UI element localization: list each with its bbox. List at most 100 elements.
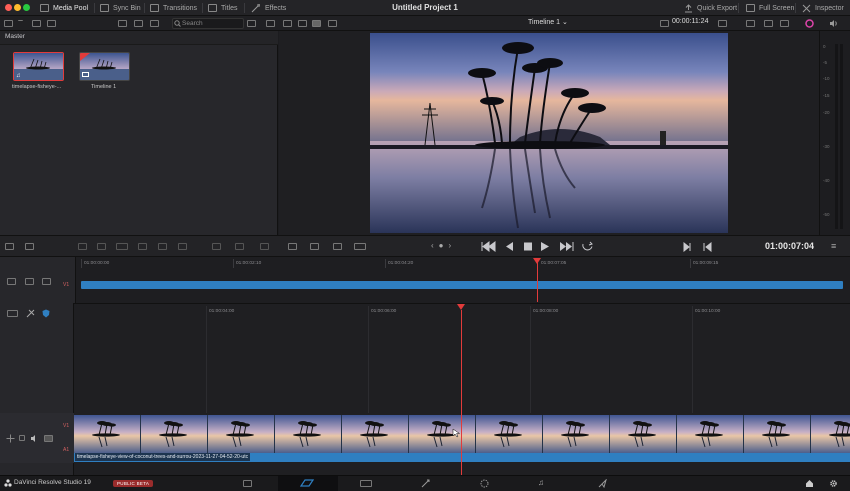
bin-name[interactable]: Master <box>5 33 25 40</box>
media-page-icon[interactable] <box>243 480 252 487</box>
panel-toggle-icon[interactable] <box>4 20 13 27</box>
minimize-window-button[interactable] <box>14 4 21 11</box>
jog-left-icon[interactable]: ‹ <box>431 241 434 250</box>
deliver-page-icon[interactable] <box>598 479 607 488</box>
timeline-name-label: Timeline 1 <box>91 84 117 90</box>
stop-button[interactable] <box>522 241 532 252</box>
new-bin-icon[interactable] <box>32 20 41 27</box>
single-viewer-icon[interactable] <box>312 20 321 27</box>
preview-frame-image <box>370 33 728 233</box>
color-wheel-icon[interactable] <box>805 19 814 28</box>
source-viewer-icon[interactable] <box>283 20 292 27</box>
grid-line <box>692 306 693 413</box>
sync-icon[interactable] <box>266 20 275 27</box>
track-video-icon[interactable] <box>44 435 53 442</box>
grid-line <box>206 306 207 413</box>
edit-mode-icon[interactable] <box>333 243 342 250</box>
tab-titles[interactable]: Titles <box>208 0 237 16</box>
previous-edit-button[interactable] <box>703 242 712 252</box>
go-to-end-button[interactable] <box>558 241 573 252</box>
grid-view-icon[interactable] <box>134 20 143 27</box>
razor-icon[interactable] <box>26 309 35 318</box>
shield-icon[interactable] <box>42 309 50 318</box>
clip-view-icon[interactable] <box>7 310 18 317</box>
quick-export-button[interactable]: Quick Export <box>684 0 737 16</box>
video-clip[interactable] <box>74 415 850 453</box>
color-page-icon[interactable] <box>480 479 489 488</box>
overwrite-clip-icon[interactable] <box>97 243 106 250</box>
import-icon[interactable] <box>47 20 56 27</box>
viewer-mode-icon[interactable] <box>718 20 727 27</box>
insert-clip-icon[interactable] <box>78 243 87 250</box>
home-icon[interactable] <box>805 479 814 488</box>
meter-tick: -5 <box>823 60 828 65</box>
loop-button[interactable] <box>582 241 594 252</box>
current-timecode: 01:00:07:04 <box>765 241 815 251</box>
link-track-icon[interactable] <box>42 278 51 285</box>
close-up-icon[interactable] <box>235 243 244 250</box>
track-settings-icon[interactable] <box>7 278 16 285</box>
chevron-down-icon[interactable] <box>18 20 23 27</box>
smart-insert-icon[interactable] <box>354 243 366 250</box>
snap-icon[interactable] <box>5 243 14 250</box>
zoom-window-button[interactable] <box>23 4 30 11</box>
inspector-button[interactable]: Inspector <box>802 0 844 16</box>
tab-transitions[interactable]: Transitions <box>150 0 197 16</box>
lower-playhead[interactable] <box>461 310 462 475</box>
audio-track-icon[interactable] <box>25 278 34 285</box>
gear-icon[interactable] <box>829 479 838 488</box>
play-button[interactable] <box>540 241 550 252</box>
fit-to-fill-icon[interactable] <box>138 243 147 250</box>
ruler-timecode: 01:00:04:20 <box>388 261 414 266</box>
menu-icon[interactable]: ≡ <box>831 241 836 251</box>
ripple-icon[interactable] <box>212 243 221 250</box>
speaker-icon[interactable] <box>30 434 39 443</box>
append-icon[interactable] <box>178 243 187 250</box>
edit-page-icon[interactable] <box>360 480 372 487</box>
sort-icon[interactable] <box>150 20 159 27</box>
link-icon[interactable] <box>25 243 34 250</box>
jog-right-icon[interactable]: › <box>449 241 452 250</box>
lock-icon[interactable] <box>19 435 25 441</box>
clip-icon[interactable] <box>328 20 337 27</box>
search-input[interactable]: Search <box>172 18 244 29</box>
upper-playhead[interactable] <box>537 262 538 302</box>
dual-viewer-icon[interactable] <box>298 20 307 27</box>
close-window-button[interactable] <box>5 4 12 11</box>
media-clip-thumbnail[interactable] <box>13 52 64 81</box>
jog-control[interactable]: ‹ ● › <box>431 241 451 250</box>
beta-badge: PUBLIC BETA <box>113 480 154 487</box>
timeline-duration: 00:00:11:24 <box>672 18 709 25</box>
jog-dot-icon: ● <box>438 241 444 250</box>
transform-icon[interactable] <box>746 20 755 27</box>
tab-effects[interactable]: Effects <box>251 0 286 16</box>
list-view-icon[interactable] <box>118 20 127 27</box>
place-on-top-icon[interactable] <box>158 243 167 250</box>
audio-trim-icon[interactable] <box>310 243 319 250</box>
crop-icon[interactable] <box>780 20 789 27</box>
divider <box>144 3 145 13</box>
ruler-timecode: 01:00:07:05 <box>541 261 567 266</box>
mask-icon[interactable] <box>764 20 773 27</box>
replace-clip-icon[interactable] <box>116 243 128 250</box>
play-reverse-button[interactable] <box>505 241 515 252</box>
lower-playhead-handle[interactable] <box>457 304 465 310</box>
source-overwrite-icon[interactable] <box>260 243 269 250</box>
timeline-selector[interactable]: Timeline 1 ⌄ <box>528 18 568 26</box>
fairlight-page-icon[interactable]: ♫ <box>538 478 544 487</box>
video-preview[interactable] <box>370 33 728 233</box>
full-screen-button[interactable]: Full Screen <box>746 0 794 16</box>
fusion-page-icon[interactable] <box>421 479 430 488</box>
tab-media-pool[interactable]: Media Pool <box>40 0 88 16</box>
volume-icon[interactable] <box>829 19 838 28</box>
timeline-options-icon[interactable] <box>288 243 297 250</box>
next-edit-button[interactable] <box>683 242 692 252</box>
track-move-icon[interactable] <box>6 434 15 443</box>
upper-clip-bar[interactable] <box>81 281 843 289</box>
tab-sync-bin[interactable]: Sync Bin <box>100 0 141 16</box>
ruler-mark <box>81 259 82 268</box>
inspector-icon <box>802 4 811 12</box>
options-icon[interactable] <box>247 20 256 27</box>
go-to-start-button[interactable] <box>480 241 495 252</box>
upper-playhead-handle[interactable] <box>533 258 541 264</box>
